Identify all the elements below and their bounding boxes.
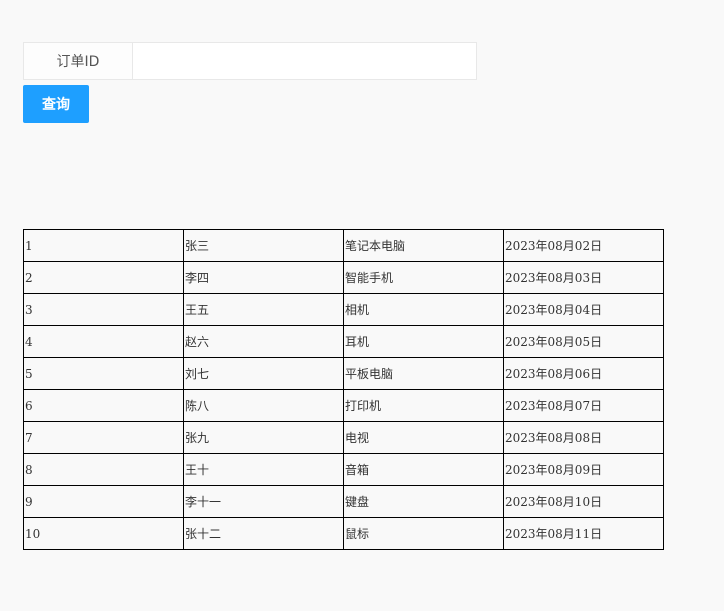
product-cell: 相机 (343, 293, 504, 326)
order-id-cell: 10 (23, 517, 184, 550)
order-date-cell: 2023年08月07日 (503, 389, 664, 422)
order-id-cell: 1 (23, 229, 184, 262)
customer-name-cell: 李四 (183, 261, 344, 294)
order-date-cell: 2023年08月03日 (503, 261, 664, 294)
order-date-cell: 2023年08月10日 (503, 485, 664, 518)
customer-name-cell: 赵六 (183, 325, 344, 358)
order-date-cell: 2023年08月06日 (503, 357, 664, 390)
order-date-cell: 2023年08月09日 (503, 453, 664, 486)
table-row: 4 赵六 耳机 2023年08月05日 (23, 325, 664, 358)
order-id-cell: 7 (23, 421, 184, 454)
orders-table: 1 张三 笔记本电脑 2023年08月02日 2 李四 智能手机 2023年08… (23, 229, 664, 550)
table-row: 10 张十二 鼠标 2023年08月11日 (23, 517, 664, 550)
table-row: 6 陈八 打印机 2023年08月07日 (23, 389, 664, 422)
product-cell: 笔记本电脑 (343, 229, 504, 262)
order-date-cell: 2023年08月04日 (503, 293, 664, 326)
table-row: 7 张九 电视 2023年08月08日 (23, 421, 664, 454)
order-date-cell: 2023年08月02日 (503, 229, 664, 262)
order-id-cell: 4 (23, 325, 184, 358)
product-cell: 平板电脑 (343, 357, 504, 390)
order-id-input[interactable] (133, 43, 476, 79)
table-row: 8 王十 音箱 2023年08月09日 (23, 453, 664, 486)
customer-name-cell: 张十二 (183, 517, 344, 550)
order-date-cell: 2023年08月05日 (503, 325, 664, 358)
product-cell: 耳机 (343, 325, 504, 358)
order-id-cell: 5 (23, 357, 184, 390)
customer-name-cell: 陈八 (183, 389, 344, 422)
query-button[interactable]: 查询 (23, 85, 89, 123)
order-id-label: 订单ID (24, 43, 133, 79)
customer-name-cell: 张三 (183, 229, 344, 262)
order-id-cell: 6 (23, 389, 184, 422)
order-id-cell: 9 (23, 485, 184, 518)
customer-name-cell: 王十 (183, 453, 344, 486)
table-row: 1 张三 笔记本电脑 2023年08月02日 (23, 229, 664, 262)
order-date-cell: 2023年08月08日 (503, 421, 664, 454)
product-cell: 鼠标 (343, 517, 504, 550)
customer-name-cell: 刘七 (183, 357, 344, 390)
product-cell: 键盘 (343, 485, 504, 518)
table-row: 3 王五 相机 2023年08月04日 (23, 293, 664, 326)
table-row: 2 李四 智能手机 2023年08月03日 (23, 261, 664, 294)
order-id-cell: 2 (23, 261, 184, 294)
customer-name-cell: 王五 (183, 293, 344, 326)
table-row: 5 刘七 平板电脑 2023年08月06日 (23, 357, 664, 390)
order-date-cell: 2023年08月11日 (503, 517, 664, 550)
order-id-search-row: 订单ID (23, 42, 477, 80)
order-id-cell: 8 (23, 453, 184, 486)
product-cell: 智能手机 (343, 261, 504, 294)
order-id-cell: 3 (23, 293, 184, 326)
customer-name-cell: 李十一 (183, 485, 344, 518)
product-cell: 音箱 (343, 453, 504, 486)
product-cell: 电视 (343, 421, 504, 454)
product-cell: 打印机 (343, 389, 504, 422)
customer-name-cell: 张九 (183, 421, 344, 454)
table-row: 9 李十一 键盘 2023年08月10日 (23, 485, 664, 518)
